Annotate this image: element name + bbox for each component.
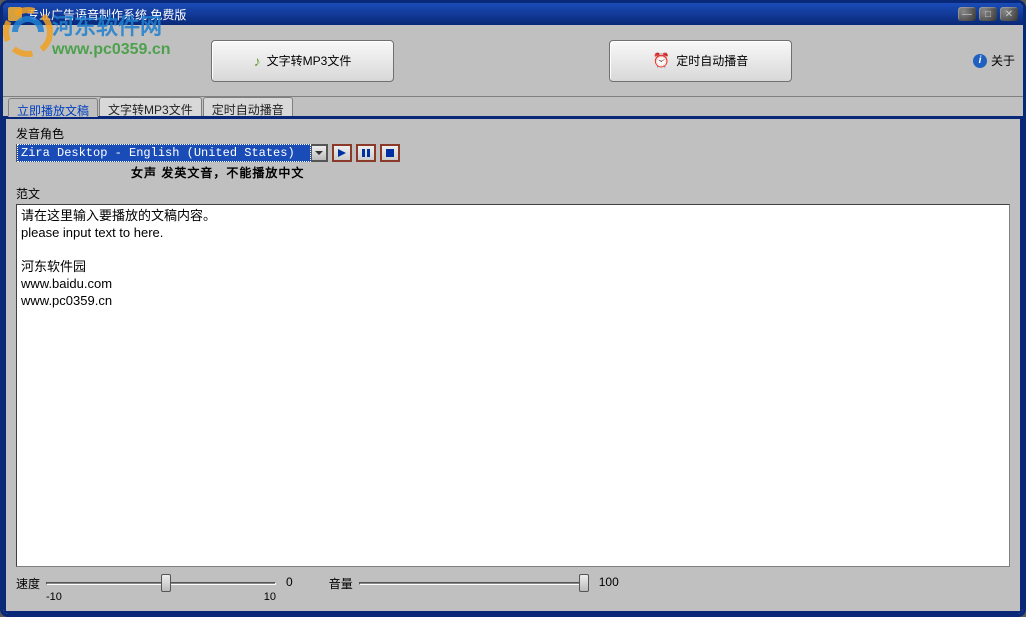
toolbar: ♪ 文字转MP3文件 ⏰ 定时自动播音 i 关于 <box>3 25 1023 97</box>
voice-combobox[interactable]: Zira Desktop - English (United States) <box>16 144 328 162</box>
sample-text-label: 范文 <box>16 185 1010 202</box>
app-window: 专业广告语音制作系统 免费版 — □ ✕ ♪ 文字转MP3文件 ⏰ 定时自动播音… <box>0 0 1026 617</box>
maximize-button[interactable]: □ <box>979 7 997 21</box>
speed-value: 0 <box>286 573 293 589</box>
about-label: 关于 <box>991 52 1015 69</box>
button-label: 定时自动播音 <box>676 52 748 69</box>
volume-slider[interactable] <box>359 573 589 593</box>
voice-role-label: 发音角色 <box>16 125 1010 142</box>
button-label: 文字转MP3文件 <box>267 52 352 69</box>
content-textarea[interactable] <box>16 204 1010 567</box>
info-icon: i <box>973 54 987 68</box>
play-button[interactable] <box>332 144 352 162</box>
about-link[interactable]: i 关于 <box>973 52 1015 69</box>
alarm-clock-icon: ⏰ <box>653 52 670 69</box>
voice-description: 女声 发英文音，不能播放中文 <box>131 164 1010 181</box>
window-title: 专业广告语音制作系统 免费版 <box>27 6 186 23</box>
close-button[interactable]: ✕ <box>1000 7 1018 21</box>
content-panel: 发音角色 Zira Desktop - English (United Stat… <box>3 119 1023 614</box>
pause-icon <box>362 149 370 157</box>
tab-scheduled[interactable]: 定时自动播音 <box>203 97 293 116</box>
text-to-mp3-button[interactable]: ♪ 文字转MP3文件 <box>211 40 394 82</box>
app-icon <box>8 7 22 21</box>
titlebar: 专业广告语音制作系统 免费版 — □ ✕ <box>3 3 1023 25</box>
play-icon <box>338 149 346 157</box>
tab-bar: 立即播放文稿 文字转MP3文件 定时自动播音 <box>3 97 1023 119</box>
tab-text-to-mp3[interactable]: 文字转MP3文件 <box>99 97 202 116</box>
volume-label: 音量 <box>329 573 353 592</box>
tab-play-now[interactable]: 立即播放文稿 <box>8 98 98 117</box>
stop-button[interactable] <box>380 144 400 162</box>
music-note-icon: ♪ <box>254 53 261 69</box>
minimize-button[interactable]: — <box>958 7 976 21</box>
speed-slider[interactable] <box>46 573 276 593</box>
sliders-row: 速度 -10 10 0 音量 <box>16 567 1010 603</box>
voice-combo-value: Zira Desktop - English (United States) <box>17 144 311 162</box>
pause-button[interactable] <box>356 144 376 162</box>
combo-dropdown-button[interactable] <box>311 145 327 161</box>
scheduled-play-button[interactable]: ⏰ 定时自动播音 <box>609 40 792 82</box>
chevron-down-icon <box>315 151 323 155</box>
volume-value: 100 <box>599 573 619 589</box>
stop-icon <box>386 149 394 157</box>
speed-label: 速度 <box>16 573 40 592</box>
